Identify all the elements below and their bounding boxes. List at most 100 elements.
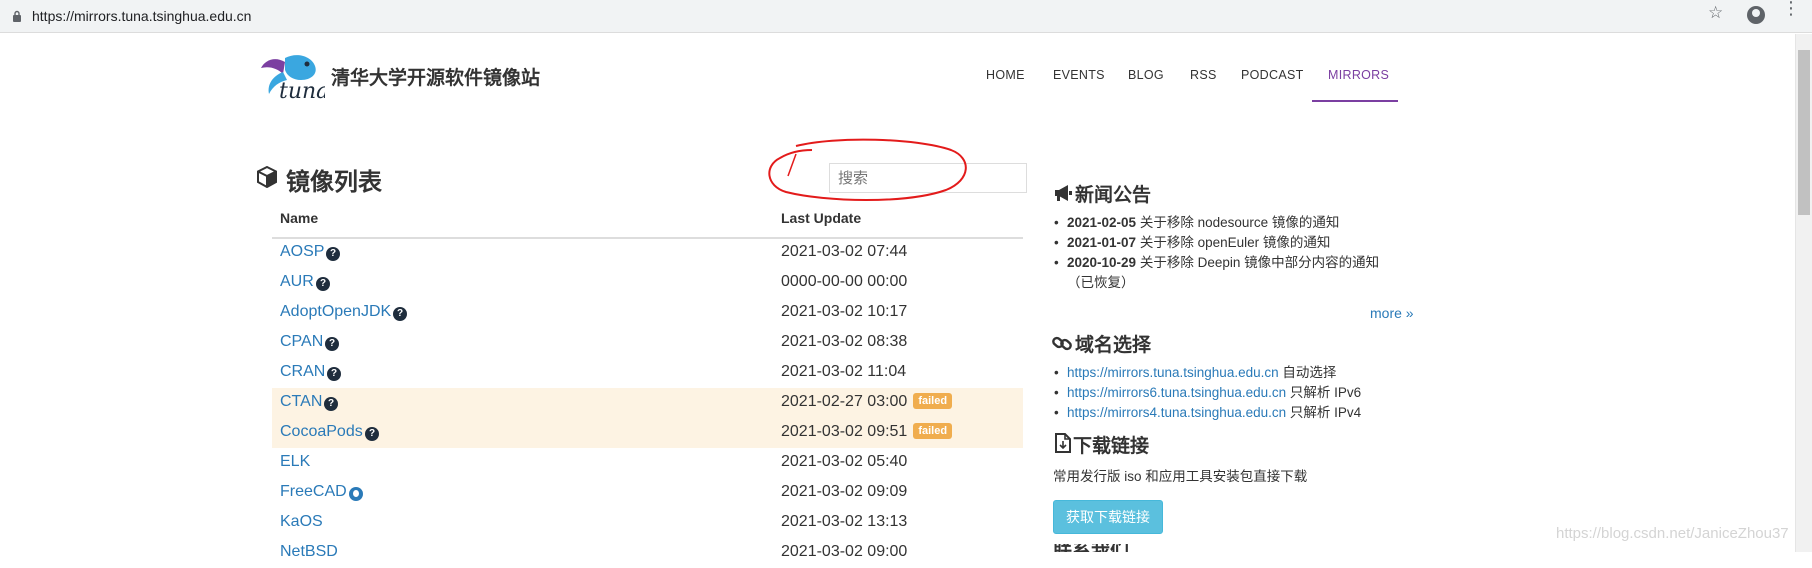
status-badge: failed	[913, 393, 953, 409]
mirror-name-link[interactable]: KaOS	[280, 513, 323, 531]
bullhorn-icon	[1055, 185, 1072, 201]
mirror-name-link[interactable]: AOSP	[280, 243, 324, 261]
help-icon[interactable]: ?	[393, 307, 407, 321]
mirror-last-update: 2021-03-02 07:44	[781, 243, 907, 261]
mirror-last-update: 2021-03-02 09:09	[781, 483, 907, 501]
link-icon	[1052, 336, 1072, 351]
mirror-name-link[interactable]: FreeCAD	[280, 483, 347, 501]
column-header-name[interactable]: Name	[280, 210, 318, 226]
address-bar[interactable]: https://mirrors.tuna.tsinghua.edu.cn	[0, 2, 1735, 30]
help-icon[interactable]: ?	[327, 367, 341, 381]
table-row: AdoptOpenJDK? 2021-03-02 10:17	[272, 298, 1023, 328]
domain-link[interactable]: https://mirrors.tuna.tsinghua.edu.cn	[1067, 365, 1279, 380]
table-row: CPAN? 2021-03-02 08:38	[272, 328, 1023, 358]
domain-note: 只解析 IPv6	[1289, 385, 1362, 400]
mirror-name-link[interactable]: CocoaPods	[280, 423, 363, 441]
contact-title: 联系我们	[1053, 544, 1163, 552]
mirror-date-text: 2021-03-02 11:04	[781, 363, 907, 380]
mirror-name-link[interactable]: CPAN	[280, 333, 323, 351]
status-badge: failed	[913, 423, 953, 439]
nav-rss[interactable]: RSS	[1190, 68, 1217, 82]
mirror-last-update: 2021-03-02 05:40	[781, 453, 907, 471]
bookmark-star-icon[interactable]: ☆	[1708, 3, 1723, 23]
browser-menu-icon[interactable]: ⋮	[1782, 0, 1800, 17]
help-icon[interactable]: ?	[324, 397, 338, 411]
news-date: 2021-02-05	[1067, 215, 1137, 230]
mirror-last-update: 2021-03-02 09:00	[781, 543, 907, 561]
mirror-name-link[interactable]: NetBSD	[280, 543, 338, 561]
page-scrollbar[interactable]	[1795, 34, 1812, 552]
scrollbar-thumb[interactable]	[1798, 50, 1810, 215]
domain-list: https://mirrors.tuna.tsinghua.edu.cn 自动选…	[1053, 363, 1433, 423]
file-download-icon	[1055, 433, 1071, 453]
news-item[interactable]: 2021-02-05 关于移除 nodesource 镜像的通知	[1053, 213, 1413, 233]
mirror-last-update: 2021-03-02 08:38	[781, 333, 907, 351]
mirror-date-text: 0000-00-00 00:00	[781, 273, 908, 290]
mirror-last-update: 2021-02-27 03:00 failed	[781, 393, 953, 411]
column-header-last-update[interactable]: Last Update	[781, 210, 861, 226]
news-text[interactable]: 关于移除 Deepin 镜像中部分内容的通知	[1140, 255, 1379, 270]
table-row: CTAN? 2021-02-27 03:00 failed	[272, 388, 1023, 418]
domain-link[interactable]: https://mirrors4.tuna.tsinghua.edu.cn	[1067, 405, 1286, 420]
news-text[interactable]: 关于移除 openEuler 镜像的通知	[1140, 235, 1331, 250]
mirror-name-link[interactable]: AUR	[280, 273, 314, 291]
table-row: CRAN? 2021-03-02 11:04	[272, 358, 1023, 388]
nav-home[interactable]: HOME	[986, 68, 1025, 82]
domain-item: https://mirrors.tuna.tsinghua.edu.cn 自动选…	[1053, 363, 1433, 383]
domain-item: https://mirrors6.tuna.tsinghua.edu.cn 只解…	[1053, 383, 1433, 403]
nav-podcast[interactable]: PODCAST	[1241, 68, 1304, 82]
watermark-text: https://blog.csdn.net/JaniceZhou37	[1556, 525, 1789, 542]
mirror-last-update: 2021-03-02 11:04	[781, 363, 906, 381]
news-title: 新闻公告	[1075, 184, 1152, 206]
table-row: AOSP? 2021-03-02 07:44	[272, 238, 1023, 268]
news-more-link[interactable]: more »	[1370, 305, 1414, 321]
github-icon[interactable]	[349, 487, 363, 501]
help-icon[interactable]: ?	[325, 337, 339, 351]
download-title: 下载链接	[1073, 435, 1150, 457]
tuna-logo-icon[interactable]: tuna	[255, 50, 325, 102]
mirror-name-link[interactable]: AdoptOpenJDK	[280, 303, 391, 321]
mirror-date-text: 2021-03-02 10:17	[781, 303, 908, 320]
domain-title: 域名选择	[1075, 334, 1152, 356]
browser-toolbar: https://mirrors.tuna.tsinghua.edu.cn ☆ ⋮	[0, 0, 1812, 33]
download-description: 常用发行版 iso 和应用工具安装包直接下载	[1053, 469, 1308, 484]
news-text[interactable]: 关于移除 nodesource 镜像的通知	[1140, 215, 1340, 230]
table-row: AUR? 0000-00-00 00:00	[272, 268, 1023, 298]
mirror-date-text: 2021-03-02 09:51	[781, 423, 908, 440]
news-text-note[interactable]: （已恢复）	[1067, 275, 1135, 290]
table-row: CocoaPods? 2021-03-02 09:51 failed	[272, 418, 1023, 448]
news-date: 2021-01-07	[1067, 235, 1137, 250]
mirror-date-text: 2021-03-02 05:40	[781, 453, 908, 470]
news-item[interactable]: 2021-01-07 关于移除 openEuler 镜像的通知	[1053, 233, 1413, 253]
mirror-date-text: 2021-03-02 07:44	[781, 243, 908, 260]
help-icon[interactable]: ?	[365, 427, 379, 441]
mirror-last-update: 2021-03-02 13:13	[781, 513, 907, 531]
domain-link[interactable]: https://mirrors6.tuna.tsinghua.edu.cn	[1067, 385, 1286, 400]
table-row: NetBSD 2021-03-02 09:00	[272, 538, 1023, 568]
get-download-links-button[interactable]: 获取下载链接	[1053, 500, 1163, 534]
mirror-name-link[interactable]: CTAN	[280, 393, 322, 411]
domain-note: 只解析 IPv4	[1289, 405, 1362, 420]
profile-avatar-icon[interactable]	[1747, 6, 1765, 24]
nav-events[interactable]: EVENTS	[1053, 68, 1105, 82]
news-date: 2020-10-29	[1067, 255, 1137, 270]
news-item[interactable]: 2020-10-29 关于移除 Deepin 镜像中部分内容的通知 （已恢复）	[1053, 253, 1413, 293]
table-row: KaOS 2021-03-02 13:13	[272, 508, 1023, 538]
search-input[interactable]	[829, 163, 1027, 193]
site-title[interactable]: 清华大学开源软件镜像站	[331, 63, 540, 90]
nav-mirrors[interactable]: MIRRORS	[1328, 68, 1389, 82]
nav-blog[interactable]: BLOG	[1128, 68, 1164, 82]
nav-active-underline	[1312, 100, 1398, 102]
mirror-name-link[interactable]: CRAN	[280, 363, 325, 381]
help-icon[interactable]: ?	[326, 247, 340, 261]
table-row: FreeCAD 2021-03-02 09:09	[272, 478, 1023, 508]
url-text[interactable]: https://mirrors.tuna.tsinghua.edu.cn	[32, 8, 251, 24]
mirror-date-text: 2021-03-02 09:09	[781, 483, 908, 500]
mirror-list-title: 镜像列表	[286, 168, 382, 196]
domain-note: 自动选择	[1282, 365, 1337, 380]
mirror-last-update: 2021-03-02 10:17	[781, 303, 907, 321]
mirror-name-link[interactable]: ELK	[280, 453, 310, 471]
svg-text:tuna: tuna	[279, 79, 325, 102]
help-icon[interactable]: ?	[316, 277, 330, 291]
domain-item: https://mirrors4.tuna.tsinghua.edu.cn 只解…	[1053, 403, 1433, 423]
